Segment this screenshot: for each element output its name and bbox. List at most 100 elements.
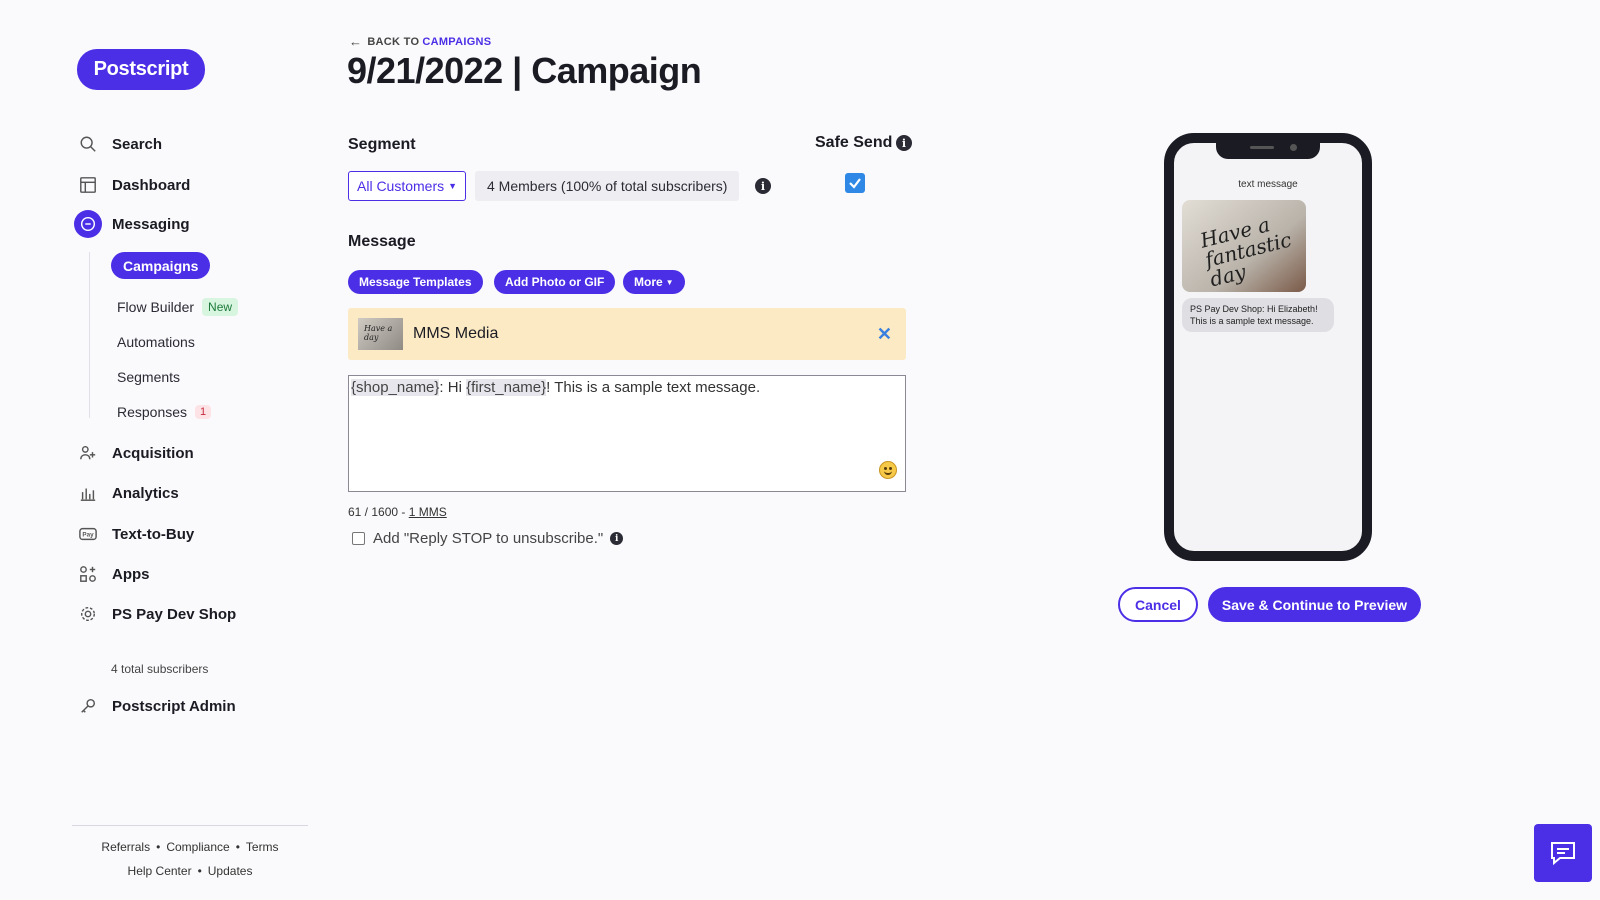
- footer-link-help-center[interactable]: Help Center: [128, 864, 192, 878]
- mms-count-link[interactable]: 1 MMS: [409, 505, 447, 519]
- chat-bubble-icon: [74, 210, 102, 238]
- sidebar-item-shop-settings[interactable]: PS Pay Dev Shop: [78, 602, 236, 626]
- postscript-logo[interactable]: Postscript: [77, 49, 205, 90]
- subitem-label: Automations: [117, 334, 195, 350]
- bar-chart-icon: [78, 483, 98, 503]
- segment-selected-value: All Customers: [357, 178, 445, 194]
- sidebar-subitem-campaigns[interactable]: Campaigns: [111, 252, 211, 279]
- preview-label: text message: [1238, 179, 1298, 190]
- mms-media-label: MMS Media: [413, 325, 499, 342]
- sidebar-subitem-automations[interactable]: Automations: [117, 334, 195, 350]
- sidebar-subitem-segments[interactable]: Segments: [117, 369, 180, 385]
- chat-icon: [1551, 842, 1575, 866]
- shop-name-variable: {shop_name}: [351, 379, 440, 396]
- reply-stop-label[interactable]: Add "Reply STOP to unsubscribe.": [373, 530, 603, 547]
- safe-send-label: Safe Send: [815, 134, 893, 151]
- info-icon[interactable]: i: [755, 178, 771, 194]
- sidebar-item-label: Analytics: [112, 484, 179, 502]
- sidebar-item-label: Text-to-Buy: [112, 525, 195, 543]
- sidebar-item-label: PS Pay Dev Shop: [112, 605, 237, 623]
- footer-links-row-1: Referrals • Compliance • Terms: [101, 840, 279, 854]
- dashboard-icon: [78, 175, 98, 195]
- segment-label: Segment: [348, 136, 416, 153]
- save-continue-button[interactable]: Save & Continue to Preview: [1208, 587, 1421, 622]
- sidebar-item-search[interactable]: Search: [78, 132, 162, 156]
- sidebar: Postscript Search Dashboard Messaging Ca…: [0, 0, 320, 900]
- sidebar-subitem-flow-builder[interactable]: Flow Builder New: [117, 298, 239, 316]
- char-count-separator: -: [398, 505, 409, 519]
- sidebar-item-label: Acquisition: [112, 444, 194, 462]
- segment-members-count: 4 Members (100% of total subscribers): [475, 171, 740, 201]
- add-photo-button[interactable]: Add Photo or GIF: [494, 270, 616, 294]
- count-badge: 1: [195, 405, 212, 419]
- footer-link-referrals[interactable]: Referrals: [101, 840, 150, 854]
- submenu-divider: [89, 252, 90, 418]
- first-name-variable: {first_name}: [466, 379, 547, 396]
- apps-grid-icon: [78, 564, 98, 584]
- back-to-campaigns-link[interactable]: CAMPAIGNS: [422, 36, 491, 48]
- sidebar-item-messaging[interactable]: Messaging: [74, 210, 190, 238]
- checkmark-icon: [849, 178, 861, 189]
- reply-stop-checkbox[interactable]: [352, 532, 365, 545]
- gear-icon: [78, 604, 98, 624]
- sidebar-item-label: Search: [112, 135, 163, 153]
- sidebar-item-acquisition[interactable]: Acquisition: [78, 441, 194, 465]
- info-icon[interactable]: i: [896, 135, 912, 151]
- subitem-label: Responses: [117, 404, 188, 420]
- breadcrumb: ← BACK TO CAMPAIGNS: [349, 34, 491, 49]
- more-dropdown-button[interactable]: More ▼: [623, 270, 685, 294]
- key-icon: [78, 696, 98, 716]
- mms-media-attachment: Have a day MMS Media ✕: [348, 308, 906, 360]
- total-subscribers: 4 total subscribers: [111, 662, 209, 676]
- message-label: Message: [348, 233, 416, 250]
- char-count-value: 61 / 1600: [348, 505, 399, 519]
- cancel-button[interactable]: Cancel: [1118, 587, 1198, 622]
- users-plus-icon: [78, 443, 98, 463]
- sidebar-item-postscript-admin[interactable]: Postscript Admin: [78, 694, 236, 718]
- sidebar-item-label: Messaging: [112, 215, 190, 233]
- sidebar-divider: [72, 825, 308, 826]
- emoji-picker-icon[interactable]: [879, 461, 897, 479]
- preview-image-text: Have a fantastic day: [1197, 212, 1294, 292]
- close-icon[interactable]: ✕: [877, 324, 892, 345]
- reply-stop-option: Add "Reply STOP to unsubscribe." i: [352, 530, 624, 547]
- caret-down-icon: ▼: [665, 277, 674, 287]
- safe-send-checkbox[interactable]: [845, 173, 865, 193]
- info-icon[interactable]: i: [610, 532, 624, 545]
- arrow-left-icon: ←: [349, 34, 363, 49]
- sidebar-item-analytics[interactable]: Analytics: [78, 481, 179, 505]
- sidebar-item-text-to-buy[interactable]: Pay Text-to-Buy: [78, 522, 194, 546]
- footer-link-compliance[interactable]: Compliance: [166, 840, 229, 854]
- support-chat-icon[interactable]: [1534, 824, 1592, 882]
- footer-links-row-2: Help Center • Updates: [127, 864, 253, 878]
- phone-notch: [1216, 141, 1320, 159]
- message-textarea[interactable]: {shop_name}: Hi {first_name}! This is a …: [348, 375, 906, 492]
- sidebar-item-label: Dashboard: [112, 176, 191, 194]
- message-text-segment: : Hi: [439, 379, 467, 396]
- svg-text:Pay: Pay: [82, 532, 94, 539]
- caret-down-icon: ▼: [448, 181, 458, 191]
- message-templates-button[interactable]: Message Templates: [348, 270, 483, 294]
- segment-select[interactable]: All Customers ▼: [348, 171, 466, 201]
- subitem-label: Flow Builder: [117, 299, 195, 315]
- more-label: More: [634, 275, 663, 289]
- sidebar-item-label: Apps: [112, 565, 150, 583]
- character-count: 61 / 1600 - 1 MMS: [348, 505, 447, 519]
- page-title: 9/21/2022 | Campaign: [347, 50, 702, 91]
- sidebar-item-label: Postscript Admin: [112, 697, 236, 715]
- footer-link-updates[interactable]: Updates: [208, 864, 253, 878]
- phone-preview: text message Have a fantastic day PS Pay…: [1164, 133, 1372, 561]
- media-thumbnail: Have a day: [358, 318, 403, 350]
- preview-message-bubble: PS Pay Dev Shop: Hi Elizabeth! This is a…: [1182, 298, 1334, 332]
- footer-link-terms[interactable]: Terms: [246, 840, 279, 854]
- pay-icon: Pay: [78, 524, 98, 544]
- sidebar-item-dashboard[interactable]: Dashboard: [78, 173, 190, 197]
- breadcrumb-prefix: BACK TO: [367, 35, 420, 48]
- subitem-label: Segments: [117, 369, 181, 385]
- search-icon: [78, 134, 98, 154]
- message-text-segment: ! This is a sample text message.: [546, 379, 761, 396]
- new-badge: New: [202, 298, 239, 316]
- preview-media-image: Have a fantastic day: [1182, 200, 1306, 292]
- sidebar-item-apps[interactable]: Apps: [78, 562, 150, 586]
- sidebar-subitem-responses[interactable]: Responses 1: [117, 404, 212, 420]
